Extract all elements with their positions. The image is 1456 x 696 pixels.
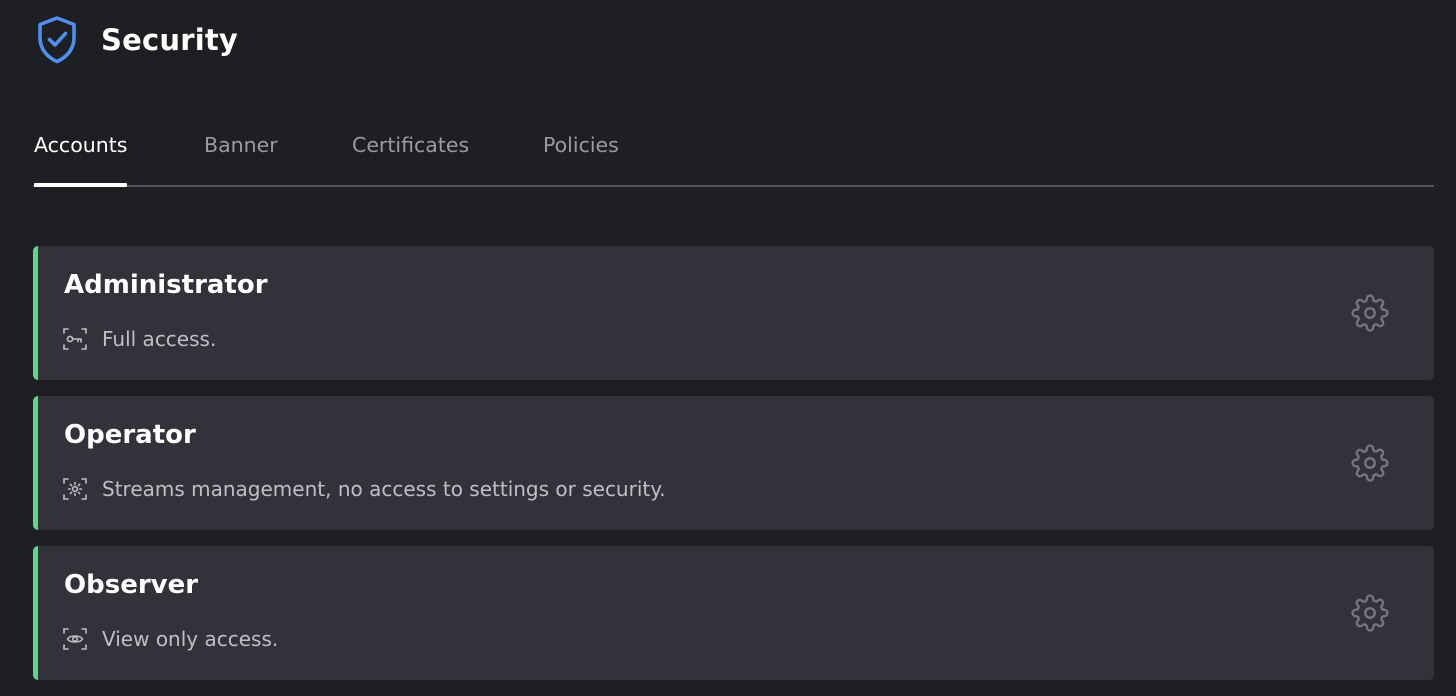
eye-icon <box>63 627 87 651</box>
sun-icon <box>63 477 87 501</box>
account-description-row: Full access. <box>63 324 216 354</box>
tab-bar: Accounts Banner Certificates Policies <box>33 122 1434 187</box>
account-card-operator: Operator Streams management, no access t… <box>33 396 1434 530</box>
key-icon <box>63 327 87 351</box>
account-description: View only access. <box>102 627 279 651</box>
account-description-row: View only access. <box>63 624 278 654</box>
account-card-observer: Observer View only access. <box>33 546 1434 680</box>
security-page: Security Accounts Banner Certificates Po… <box>0 0 1456 696</box>
account-description: Full access. <box>102 327 217 351</box>
account-role: Operator <box>64 420 196 450</box>
account-role: Administrator <box>64 270 268 300</box>
shield-check-icon <box>35 14 79 66</box>
tab-certificates[interactable]: Certificates <box>352 122 469 185</box>
account-card-administrator: Administrator Full access. <box>33 246 1434 380</box>
gear-icon[interactable] <box>1351 444 1389 482</box>
account-role: Observer <box>64 570 199 600</box>
tab-accounts[interactable]: Accounts <box>34 122 128 187</box>
page-title: Security <box>101 23 238 57</box>
tab-policies[interactable]: Policies <box>543 122 619 185</box>
account-description: Streams management, no access to setting… <box>102 477 666 501</box>
account-description-row: Streams management, no access to setting… <box>63 474 666 504</box>
gear-icon[interactable] <box>1351 294 1389 332</box>
tab-banner[interactable]: Banner <box>204 122 278 185</box>
page-header: Security <box>35 14 238 66</box>
gear-icon[interactable] <box>1351 594 1389 632</box>
